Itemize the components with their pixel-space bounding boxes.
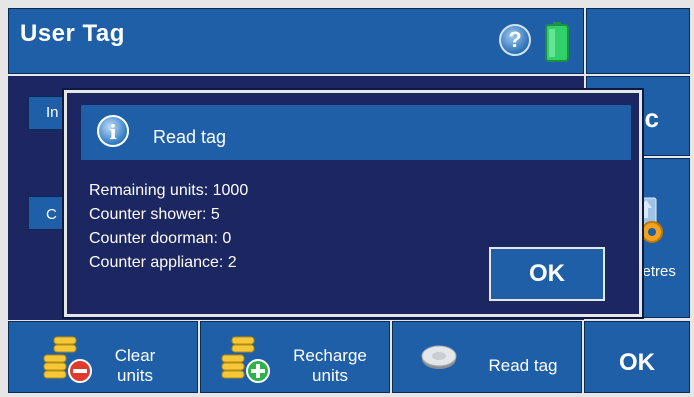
- info-icon: i: [97, 115, 129, 147]
- dialog-title: Read tag: [153, 127, 227, 147]
- header-right-panel: [586, 8, 690, 74]
- clear-units-label-line-1: Clear: [114, 346, 156, 365]
- battery-icon: [545, 22, 569, 62]
- background-button-2-label: C: [46, 206, 57, 223]
- remaining-units-line: Remaining units: 1000: [89, 182, 249, 199]
- ok-button-label: OK: [619, 349, 655, 376]
- counter-shower-line: Counter shower: 5: [89, 206, 220, 223]
- clear-units-label-line-2: units: [117, 366, 153, 385]
- recharge-units-label-line-1: Recharge: [293, 346, 367, 365]
- dialog-ok-button[interactable]: OK: [489, 247, 605, 301]
- page-title: User Tag: [20, 20, 125, 47]
- clear-units-label: Clear units: [102, 346, 168, 386]
- background-button-1-label: In: [46, 104, 59, 121]
- tag-icon: [421, 345, 457, 369]
- coins-remove-icon: [43, 336, 92, 383]
- help-icon[interactable]: ?: [499, 24, 531, 56]
- read-tag-label: Read tag: [488, 356, 558, 375]
- dialog-message: Remaining units: 1000 Counter shower: 5 …: [89, 179, 248, 275]
- coins-add-icon: [221, 336, 270, 383]
- read-tag-dialog: i Read tag Remaining units: 1000 Counter…: [62, 88, 644, 319]
- recharge-units-label: Recharge units: [280, 346, 380, 386]
- recharge-units-label-line-2: units: [312, 366, 348, 385]
- counter-doorman-line: Counter doorman: 0: [89, 230, 232, 247]
- counter-appliance-line: Counter appliance: 2: [89, 254, 237, 271]
